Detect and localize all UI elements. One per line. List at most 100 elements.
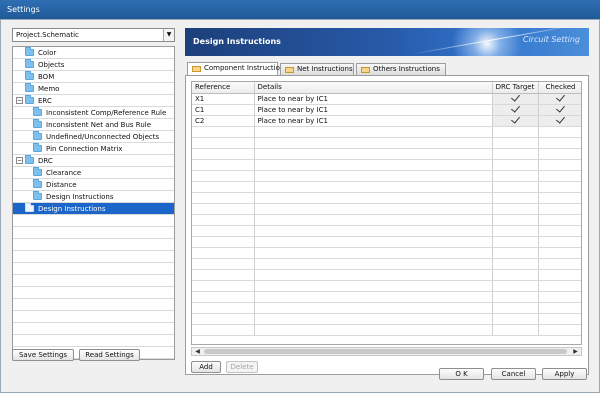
- tree-item-label: BOM: [38, 73, 55, 81]
- collapse-toggle-icon[interactable]: −: [16, 97, 23, 104]
- empty-row: [192, 313, 581, 325]
- empty-cell: [192, 280, 255, 292]
- empty-cell: [192, 181, 255, 193]
- table-row[interactable]: C2 Place to near by IC1: [192, 115, 581, 127]
- tree-item[interactable]: Inconsistent Net and Bus Rule: [13, 119, 174, 131]
- tab-icon: [285, 67, 294, 73]
- drc-target-checkbox[interactable]: [492, 104, 539, 116]
- grid-header-row: Reference Details DRC Target Checked: [192, 82, 581, 94]
- tree-item[interactable]: Color: [13, 47, 174, 59]
- tree-item[interactable]: − DRC: [13, 155, 174, 167]
- folder-icon: [25, 83, 34, 92]
- empty-cell: [492, 192, 539, 204]
- reference-cell[interactable]: X1: [192, 93, 255, 105]
- empty-cell: [192, 214, 255, 226]
- reference-cell[interactable]: C2: [192, 115, 255, 127]
- table-row[interactable]: X1 Place to near by IC1: [192, 93, 581, 105]
- tree-item[interactable]: Design Instructions: [13, 191, 174, 203]
- cancel-button[interactable]: Cancel: [491, 368, 536, 380]
- empty-row: [192, 126, 581, 138]
- empty-cell: [538, 170, 581, 182]
- empty-cell: [492, 302, 539, 314]
- read-settings-button[interactable]: Read Settings: [79, 349, 140, 361]
- empty-row: [192, 137, 581, 149]
- tree-item[interactable]: Pin Connection Matrix: [13, 143, 174, 155]
- folder-icon: [33, 179, 42, 188]
- empty-cell: [538, 181, 581, 193]
- checked-checkbox[interactable]: [538, 104, 581, 116]
- tree-item[interactable]: Design Instructions: [13, 203, 174, 215]
- details-cell[interactable]: Place to near by IC1: [254, 93, 493, 105]
- tree-item-label: Objects: [38, 61, 65, 69]
- empty-cell: [192, 291, 255, 303]
- instruction-grid[interactable]: Reference Details DRC Target Checked X1 P…: [191, 81, 582, 345]
- tree-item[interactable]: − ERC: [13, 95, 174, 107]
- tree-item[interactable]: Distance: [13, 179, 174, 191]
- empty-cell: [254, 192, 493, 204]
- checked-checkbox[interactable]: [538, 93, 581, 105]
- tree-empty-row: [13, 215, 174, 227]
- tree-item[interactable]: Clearance: [13, 167, 174, 179]
- instruction-tabs: Component Instruction Net Instructions O…: [185, 62, 589, 76]
- empty-cell: [538, 258, 581, 270]
- tab-net-instructions[interactable]: Net Instructions: [280, 63, 354, 75]
- scrollbar-thumb[interactable]: [204, 349, 567, 354]
- delete-button[interactable]: Delete: [226, 361, 258, 373]
- details-cell[interactable]: Place to near by IC1: [254, 104, 493, 116]
- empty-cell: [538, 192, 581, 204]
- table-row[interactable]: C1 Place to near by IC1: [192, 104, 581, 116]
- tree-item[interactable]: Inconsistent Comp/Reference Rule: [13, 107, 174, 119]
- apply-button[interactable]: Apply: [542, 368, 587, 380]
- empty-row: [192, 181, 581, 193]
- folder-icon: [33, 143, 42, 152]
- tab-label: Component Instruction: [204, 64, 285, 72]
- empty-cell: [254, 170, 493, 182]
- tree-empty-row: [13, 227, 174, 239]
- chevron-down-icon[interactable]: ▼: [163, 29, 174, 41]
- empty-cell: [192, 269, 255, 281]
- column-header-reference[interactable]: Reference: [192, 82, 255, 94]
- project-select-value: Project.Schematic: [16, 31, 79, 39]
- column-header-checked[interactable]: Checked: [538, 82, 581, 94]
- add-button[interactable]: Add: [191, 361, 221, 373]
- empty-row: [192, 159, 581, 171]
- column-header-drc-target[interactable]: DRC Target: [492, 82, 539, 94]
- empty-cell: [492, 181, 539, 193]
- tree-item[interactable]: BOM: [13, 71, 174, 83]
- save-settings-button[interactable]: Save Settings: [12, 349, 74, 361]
- empty-row: [192, 203, 581, 215]
- collapse-toggle-icon[interactable]: −: [16, 157, 23, 164]
- empty-cell: [492, 225, 539, 237]
- tree-item[interactable]: Objects: [13, 59, 174, 71]
- empty-cell: [492, 170, 539, 182]
- folder-icon: [25, 203, 34, 212]
- empty-cell: [492, 324, 539, 336]
- ok-button[interactable]: O K: [439, 368, 484, 380]
- folder-icon: [25, 95, 34, 104]
- tree-item[interactable]: Memo: [13, 83, 174, 95]
- drc-target-checkbox[interactable]: [492, 115, 539, 127]
- tab-others-instructions[interactable]: Others Instructions: [356, 63, 446, 75]
- tab-component-instruction[interactable]: Component Instruction: [187, 62, 284, 76]
- folder-icon: [25, 47, 34, 56]
- tree-item-label: Color: [38, 49, 57, 57]
- empty-cell: [192, 203, 255, 215]
- horizontal-scrollbar[interactable]: ◀ ▶: [191, 347, 582, 356]
- tree-item[interactable]: Undefined/Unconnected Objects: [13, 131, 174, 143]
- scroll-left-icon[interactable]: ◀: [193, 348, 202, 355]
- drc-target-checkbox[interactable]: [492, 93, 539, 105]
- reference-cell[interactable]: C1: [192, 104, 255, 116]
- settings-tree[interactable]: Color Objects BOM Memo − ERC Inconsistent Comp…: [12, 46, 175, 360]
- tree-item-label: Distance: [46, 181, 77, 189]
- window-titlebar: Settings: [0, 0, 600, 19]
- scroll-right-icon[interactable]: ▶: [571, 348, 580, 355]
- checkmark-icon: [556, 104, 565, 113]
- details-cell[interactable]: Place to near by IC1: [254, 115, 493, 127]
- empty-row: [192, 324, 581, 336]
- folder-icon: [33, 119, 42, 128]
- checked-checkbox[interactable]: [538, 115, 581, 127]
- project-select[interactable]: Project.Schematic ▼: [12, 28, 175, 42]
- empty-cell: [254, 291, 493, 303]
- folder-icon: [25, 59, 34, 68]
- column-header-details[interactable]: Details: [254, 82, 493, 94]
